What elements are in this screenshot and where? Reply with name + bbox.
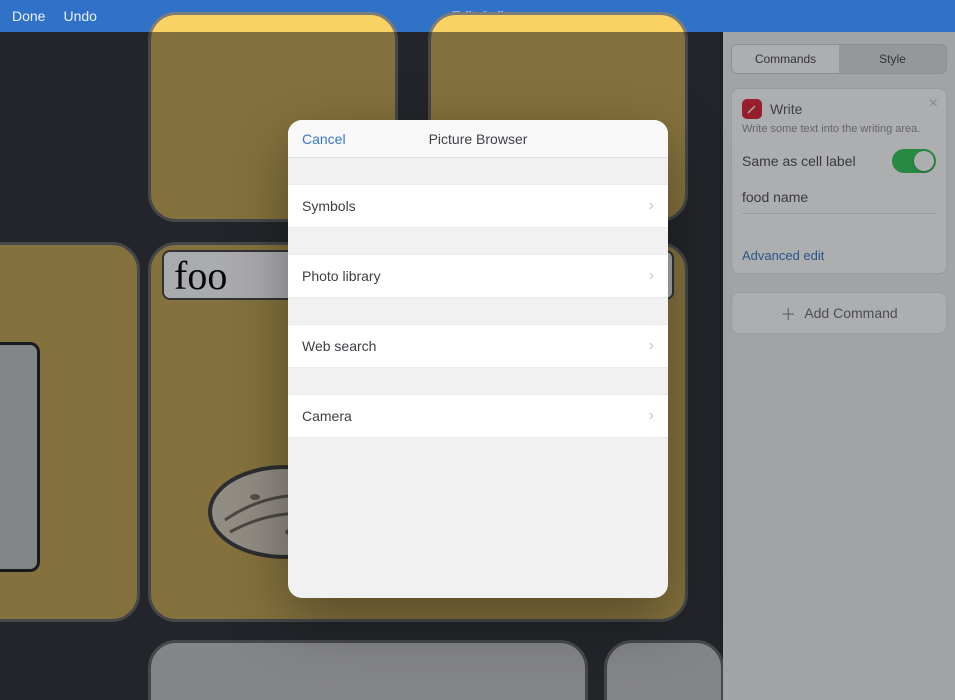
chevron-right-icon: › [649, 267, 654, 285]
cancel-button[interactable]: Cancel [302, 131, 346, 147]
list-item-label: Camera [302, 408, 352, 424]
picture-source-symbols[interactable]: Symbols › [288, 184, 668, 228]
picture-browser-modal: Cancel Picture Browser Symbols › Photo l… [288, 120, 668, 598]
chevron-right-icon: › [649, 337, 654, 355]
picture-source-photo-library[interactable]: Photo library › [288, 254, 668, 298]
list-item-label: Photo library [302, 268, 381, 284]
list-item-label: Web search [302, 338, 376, 354]
modal-title: Picture Browser [429, 131, 528, 147]
picture-source-camera[interactable]: Camera › [288, 394, 668, 438]
picture-source-web-search[interactable]: Web search › [288, 324, 668, 368]
chevron-right-icon: › [649, 407, 654, 425]
list-item-label: Symbols [302, 198, 356, 214]
done-button[interactable]: Done [12, 8, 45, 24]
chevron-right-icon: › [649, 197, 654, 215]
undo-button[interactable]: Undo [63, 8, 96, 24]
